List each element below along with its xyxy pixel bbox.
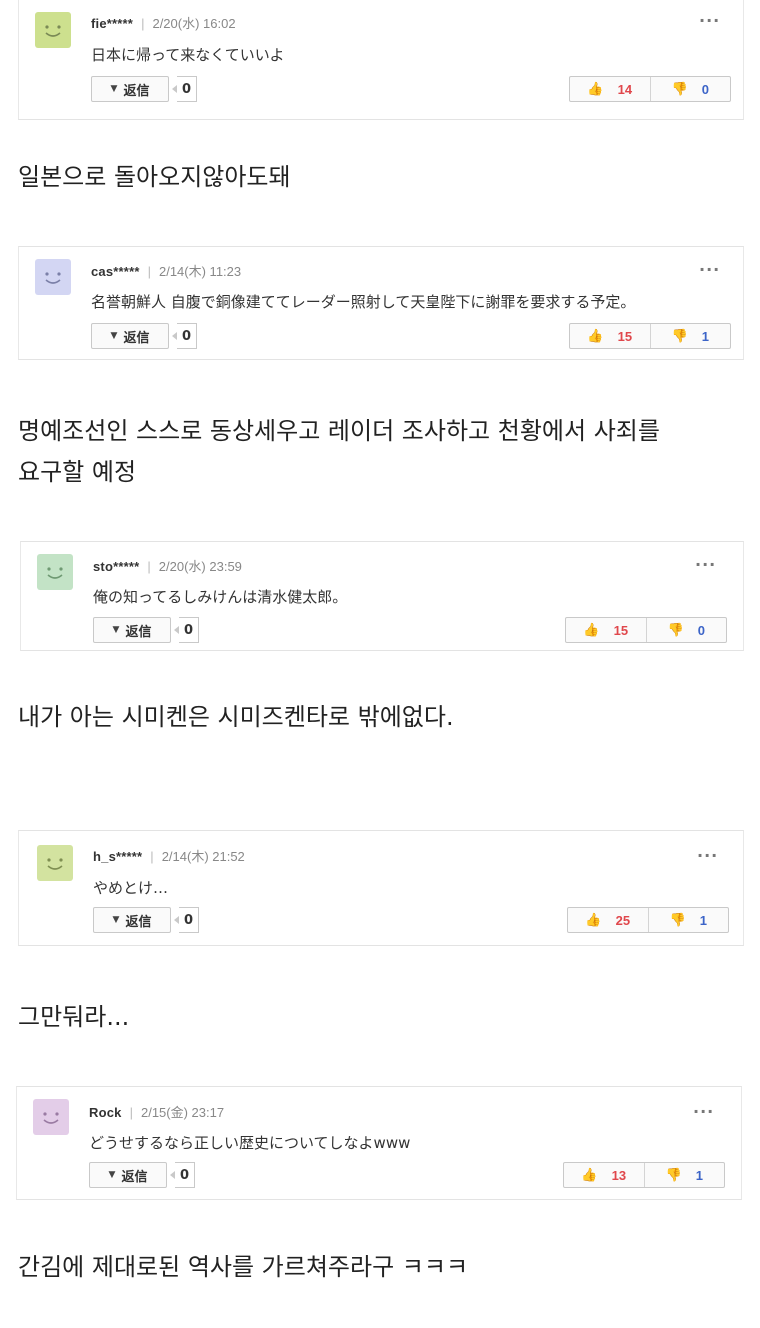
comment-date: 2/20(水) 23:59: [158, 559, 242, 574]
thumbs-down-icon: 👎: [669, 912, 686, 927]
translation-text: 내가 아는 시미켄은 시미즈켄타로 밖에없다.: [18, 703, 454, 731]
thumbs-down-icon: 👎: [671, 81, 688, 96]
like-button[interactable]: 👍 14: [570, 77, 650, 101]
more-icon[interactable]: ···: [693, 1104, 714, 1120]
reply-count: 0: [174, 907, 199, 933]
thumbs-up-icon: 👍: [587, 328, 604, 343]
reply-button[interactable]: ▼ 返信: [91, 323, 169, 349]
vote-box: 👍 25 👎 1: [567, 907, 729, 933]
vote-box: 👍 15 👎 1: [569, 323, 731, 349]
translation-text: 간김에 제대로된 역사를 가르쳐주라구 ㅋㅋㅋ: [18, 1253, 469, 1281]
like-button[interactable]: 👍 13: [564, 1163, 644, 1187]
comment-card: fie***** | 2/20(水) 16:02 ··· 日本に帰って来なくていいよ…: [18, 0, 744, 120]
like-button[interactable]: 👍 15: [570, 324, 650, 348]
thumbs-up-icon: 👍: [581, 1167, 598, 1182]
like-button[interactable]: 👍 15: [566, 618, 646, 642]
comment-meta: cas***** | 2/14(木) 11:23: [91, 264, 242, 279]
dislike-button[interactable]: 👎 1: [643, 1163, 725, 1187]
reply-count: 0: [170, 1162, 195, 1188]
comment-date: 2/14(木) 11:23: [158, 264, 242, 279]
comment-text: 俺の知ってるしみけんは清水健太郎。: [93, 588, 348, 606]
comment-username[interactable]: h_s*****: [93, 849, 142, 864]
comment-card: cas***** | 2/14(木) 11:23 ··· 名誉朝鮮人 自腹で銅像建て…: [18, 246, 744, 360]
reply-count: 0: [174, 617, 199, 643]
comment-meta: fie***** | 2/20(水) 16:02: [91, 16, 236, 31]
comment-card: sto***** | 2/20(水) 23:59 ··· 俺の知ってるしみけんは清水…: [20, 541, 744, 651]
smiley-avatar-icon[interactable]: [33, 1099, 69, 1135]
smiley-avatar-icon[interactable]: [37, 845, 73, 881]
vote-box: 👍 14 👎 0: [569, 76, 731, 102]
smiley-avatar-icon[interactable]: [35, 259, 71, 295]
comment-username[interactable]: cas*****: [91, 264, 140, 279]
caret-down-icon: ▼: [112, 915, 120, 925]
more-icon[interactable]: ···: [697, 848, 718, 864]
translation-text: 그만둬라...: [18, 1003, 130, 1031]
smiley-avatar-icon[interactable]: [37, 554, 73, 590]
dislike-button[interactable]: 👎 0: [645, 618, 727, 642]
caret-down-icon: ▼: [108, 1170, 116, 1180]
smiley-avatar-icon[interactable]: [35, 12, 71, 48]
reply-button[interactable]: ▼ 返信: [93, 617, 171, 643]
comment-text: 名誉朝鮮人 自腹で銅像建ててレーダー照射して天皇陛下に謝罪を要求する予定。: [91, 293, 636, 311]
thumbs-up-icon: 👍: [585, 912, 602, 927]
thumbs-up-icon: 👍: [587, 81, 604, 96]
reply-count: 0: [172, 76, 197, 102]
more-icon[interactable]: ···: [699, 262, 720, 278]
more-icon[interactable]: ···: [695, 557, 716, 573]
reply-button[interactable]: ▼ 返信: [93, 907, 171, 933]
comment-date: 2/20(水) 16:02: [152, 16, 236, 31]
more-icon[interactable]: ···: [699, 13, 720, 29]
thumbs-up-icon: 👍: [583, 622, 600, 637]
like-button[interactable]: 👍 25: [568, 908, 648, 932]
dislike-button[interactable]: 👎 1: [649, 324, 731, 348]
reply-button[interactable]: ▼ 返信: [89, 1162, 167, 1188]
comment-text: どうせするなら正しい歴史についてしなよwww: [89, 1134, 411, 1152]
vote-box: 👍 15 👎 0: [565, 617, 727, 643]
caret-down-icon: ▼: [110, 331, 118, 341]
comment-text: やめとけ…: [93, 879, 169, 897]
comment-date: 2/14(木) 21:52: [161, 849, 245, 864]
comment-meta: Rock | 2/15(金) 23:17: [89, 1105, 225, 1120]
comment-text: 日本に帰って来なくていいよ: [91, 46, 285, 64]
translation-text: 요구할 예정: [18, 458, 137, 486]
thumbs-down-icon: 👎: [671, 328, 688, 343]
comment-username[interactable]: fie*****: [91, 16, 133, 31]
comment-card: Rock | 2/15(金) 23:17 ··· どうせするなら正しい歴史についてし…: [16, 1086, 742, 1200]
comment-username[interactable]: Rock: [89, 1105, 122, 1120]
comment-meta: h_s***** | 2/14(木) 21:52: [93, 849, 245, 864]
comment-card: h_s***** | 2/14(木) 21:52 ··· やめとけ… ▼ 返信 0 👍…: [18, 830, 744, 946]
thumbs-down-icon: 👎: [665, 1167, 682, 1182]
reply-count: 0: [172, 323, 197, 349]
caret-down-icon: ▼: [110, 84, 118, 94]
comment-date: 2/15(金) 23:17: [140, 1105, 225, 1120]
vote-box: 👍 13 👎 1: [563, 1162, 725, 1188]
reply-button[interactable]: ▼ 返信: [91, 76, 169, 102]
comment-username[interactable]: sto*****: [93, 559, 139, 574]
dislike-button[interactable]: 👎 0: [649, 77, 731, 101]
dislike-button[interactable]: 👎 1: [647, 908, 729, 932]
translation-text: 일본으로 돌아오지않아도돼: [18, 163, 291, 191]
caret-down-icon: ▼: [112, 625, 120, 635]
thumbs-down-icon: 👎: [667, 622, 684, 637]
comment-meta: sto***** | 2/20(水) 23:59: [93, 559, 242, 574]
translation-text: 명예조선인 스스로 동상세우고 레이더 조사하고 천황에서 사죄를: [18, 417, 660, 445]
